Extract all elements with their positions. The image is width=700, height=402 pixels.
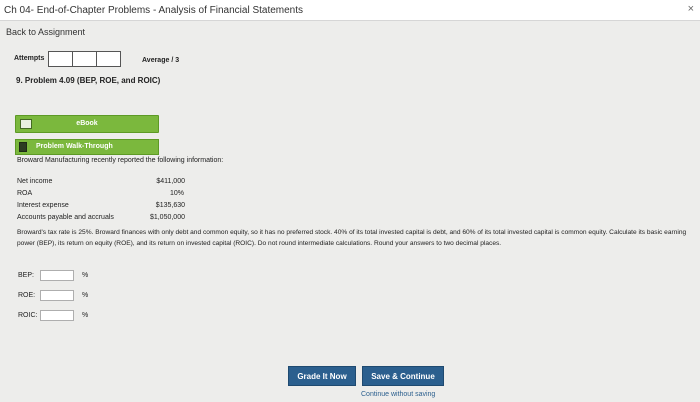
info-label-roa: ROA: [17, 190, 33, 197]
roic-unit: %: [82, 312, 89, 319]
average-label: Average / 3: [142, 57, 180, 64]
continue-without-saving-link[interactable]: Continue without saving: [361, 391, 435, 398]
close-icon[interactable]: ×: [688, 3, 694, 15]
save-and-continue-button[interactable]: Save & Continue: [362, 366, 444, 386]
attempt-box: [48, 51, 73, 67]
roic-label: ROIC:: [18, 312, 38, 319]
walkthrough-label: Problem Walk-Through: [36, 143, 113, 150]
attempt-box: [96, 51, 121, 67]
back-to-assignment-link[interactable]: Back to Assignment: [6, 27, 85, 37]
problem-title: 9. Problem 4.09 (BEP, ROE, and ROIC): [16, 76, 161, 85]
intro-text: Broward Manufacturing recently reported …: [17, 157, 224, 164]
attempts-label: Attempts: [14, 55, 45, 62]
info-label-interest-expense: Interest expense: [17, 202, 69, 209]
roic-input[interactable]: [40, 310, 74, 321]
roe-label: ROE:: [18, 292, 36, 299]
problem-walkthrough-button[interactable]: Problem Walk-Through: [15, 139, 159, 155]
ebook-label: eBook: [76, 120, 98, 127]
info-value-interest-expense: $135,630: [155, 202, 185, 209]
attempts-indicator: [48, 51, 121, 67]
bep-input[interactable]: [40, 270, 74, 281]
info-value-roa: 10%: [169, 190, 184, 197]
problem-description: Broward's tax rate is 25%. Broward finan…: [17, 229, 687, 247]
roe-input[interactable]: [40, 290, 74, 301]
title-bar: Ch 04- End-of-Chapter Problems - Analysi…: [0, 0, 700, 21]
info-label-net-income: Net income: [17, 178, 53, 185]
info-label-accounts-payable: Accounts payable and accruals: [17, 214, 114, 221]
grade-it-now-button[interactable]: Grade It Now: [288, 366, 356, 386]
attempt-box: [72, 51, 97, 67]
info-value-accounts-payable: $1,050,000: [149, 214, 185, 221]
bep-unit: %: [82, 272, 89, 279]
info-value-net-income: $411,000: [156, 178, 185, 185]
roe-unit: %: [82, 292, 89, 299]
ebook-button[interactable]: eBook: [15, 115, 159, 133]
window-title: Ch 04- End-of-Chapter Problems - Analysi…: [4, 5, 304, 16]
bep-label: BEP:: [18, 272, 34, 279]
video-icon: [19, 142, 27, 152]
